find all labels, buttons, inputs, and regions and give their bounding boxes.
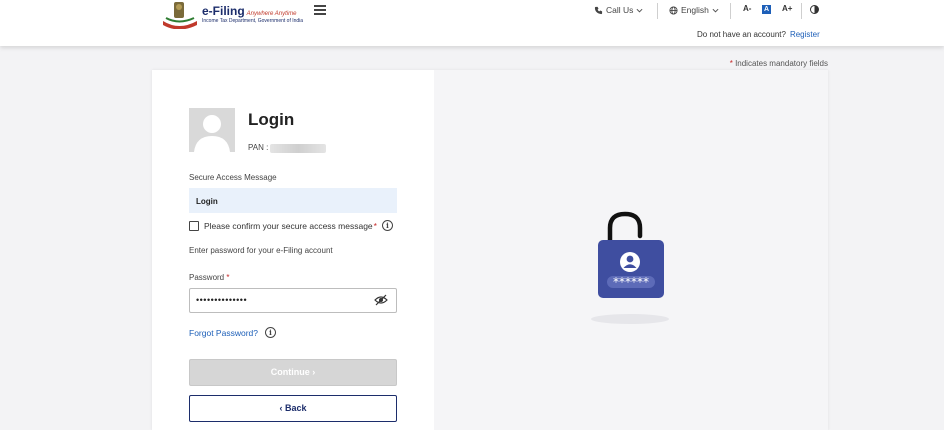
menu-icon[interactable] xyxy=(314,5,326,15)
header-divider xyxy=(730,3,731,19)
required-star: * xyxy=(373,220,377,231)
password-label: Password * xyxy=(189,273,230,282)
pan-label: PAN : xyxy=(248,143,269,152)
emblem-icon xyxy=(163,2,197,29)
language-label: English xyxy=(681,5,709,15)
header-divider xyxy=(657,3,658,19)
password-input[interactable]: •••••••••••••• xyxy=(189,288,397,313)
login-card: Login PAN : Secure Access Message Login … xyxy=(152,70,828,430)
eye-off-icon[interactable] xyxy=(374,294,388,306)
required-star: * xyxy=(226,273,230,282)
language-dropdown[interactable]: English xyxy=(669,5,719,15)
phone-icon xyxy=(594,6,603,14)
confirm-secure-message-row: Please confirm your secure access messag… xyxy=(189,220,393,231)
illustration-panel: ****** xyxy=(434,70,828,430)
continue-button[interactable]: Continue › xyxy=(189,359,397,386)
chevron-down-icon xyxy=(636,8,643,13)
enter-password-hint: Enter password for your e-Filing account xyxy=(189,246,333,255)
department-name: Income Tax Department, Government of Ind… xyxy=(202,18,304,24)
call-us-label: Call Us xyxy=(606,5,634,15)
no-account-text: Do not have an account? xyxy=(697,30,786,39)
confirm-secure-message-checkbox[interactable] xyxy=(189,220,199,231)
info-icon[interactable]: i xyxy=(265,327,276,338)
info-icon[interactable]: i xyxy=(381,220,393,231)
header-divider xyxy=(801,3,802,19)
register-prompt: Do not have an account? Register xyxy=(697,30,820,39)
forgot-password-link[interactable]: Forgot Password? xyxy=(189,328,258,338)
mandatory-star: * xyxy=(729,59,733,68)
efiling-logo[interactable]: e-Filing Anywhere Anytime Income Tax Depa… xyxy=(161,1,304,31)
svg-text:******: ****** xyxy=(613,275,649,289)
register-link[interactable]: Register xyxy=(790,30,820,39)
back-button[interactable]: ‹ Back xyxy=(189,395,397,422)
contrast-toggle-icon[interactable] xyxy=(810,5,819,14)
pan-masked-value xyxy=(270,144,326,153)
font-increase-button[interactable]: A+ xyxy=(782,4,792,13)
brand-name: e-Filing Anywhere Anytime xyxy=(202,4,297,18)
user-silhouette-icon xyxy=(194,115,230,152)
call-us-dropdown[interactable]: Call Us xyxy=(594,5,643,15)
chevron-down-icon xyxy=(712,8,719,13)
font-decrease-button[interactable]: A- xyxy=(743,4,751,13)
brand-tagline: Anywhere Anytime xyxy=(246,11,297,17)
confirm-secure-message-label: Please confirm your secure access messag… xyxy=(204,220,373,231)
secure-access-message: Login xyxy=(189,188,397,213)
mandatory-note: * Indicates mandatory fields xyxy=(730,59,828,68)
mandatory-text: Indicates mandatory fields xyxy=(735,59,828,68)
font-normal-button[interactable]: A xyxy=(762,5,771,14)
top-header: e-Filing Anywhere Anytime Income Tax Depa… xyxy=(0,0,944,46)
globe-icon xyxy=(669,5,678,15)
page-title: Login xyxy=(248,110,295,129)
avatar xyxy=(189,108,235,152)
padlock-illustration-icon: ****** xyxy=(591,211,669,324)
secure-access-label: Secure Access Message xyxy=(189,173,277,182)
